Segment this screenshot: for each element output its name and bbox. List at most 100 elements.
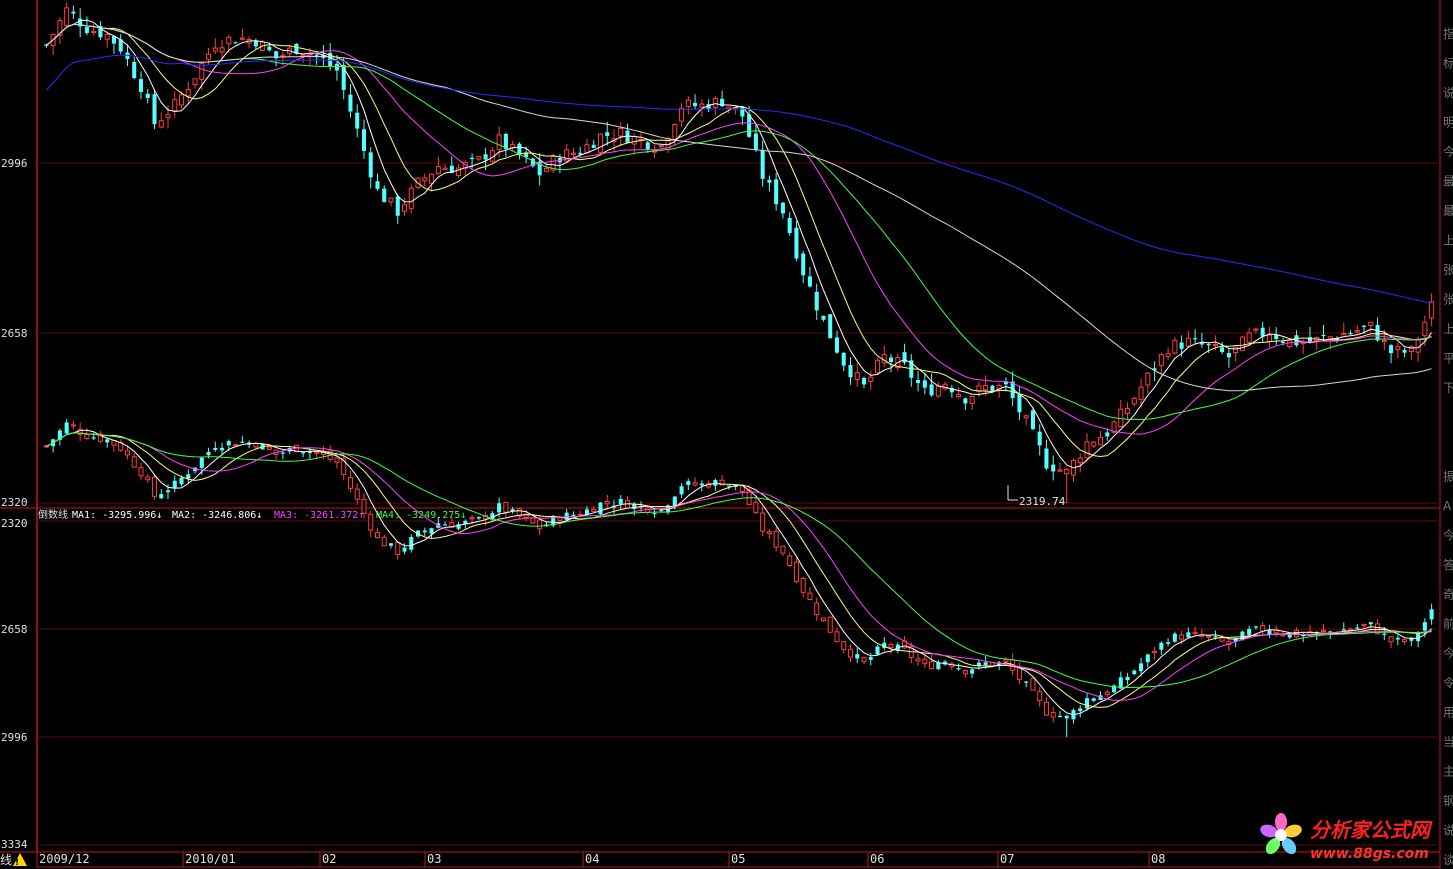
candle[interactable]	[213, 441, 218, 452]
candle[interactable]	[780, 545, 786, 557]
candle[interactable]	[1037, 687, 1043, 707]
candle[interactable]	[929, 654, 935, 670]
candle[interactable]	[1104, 689, 1110, 698]
candle[interactable]	[530, 517, 536, 524]
candle[interactable]	[1246, 327, 1252, 346]
candle[interactable]	[814, 597, 820, 621]
candle[interactable]	[854, 362, 860, 387]
candle[interactable]	[1307, 326, 1313, 344]
candle[interactable]	[1199, 332, 1204, 348]
candle[interactable]	[1239, 335, 1245, 352]
candle[interactable]	[247, 440, 252, 449]
candle[interactable]	[1354, 324, 1360, 334]
candle[interactable]	[138, 462, 144, 481]
candle[interactable]	[1199, 628, 1205, 639]
candle[interactable]	[1226, 347, 1231, 368]
candle[interactable]	[111, 439, 117, 452]
candle[interactable]	[949, 384, 954, 398]
candle[interactable]	[1017, 385, 1022, 421]
candle[interactable]	[767, 175, 772, 192]
candle[interactable]	[368, 147, 373, 189]
candle[interactable]	[692, 477, 698, 487]
candle[interactable]	[212, 38, 218, 54]
candle[interactable]	[712, 96, 718, 116]
candle[interactable]	[773, 527, 779, 552]
candle[interactable]	[909, 354, 914, 387]
candle[interactable]	[71, 5, 76, 19]
candle[interactable]	[301, 452, 306, 458]
candle[interactable]	[192, 78, 198, 89]
candle[interactable]	[1051, 455, 1056, 481]
candle[interactable]	[199, 62, 205, 91]
candle[interactable]	[118, 34, 123, 55]
candle[interactable]	[597, 133, 604, 156]
candle[interactable]	[530, 157, 535, 168]
candle[interactable]	[408, 184, 414, 213]
candle[interactable]	[963, 397, 968, 410]
candle[interactable]	[882, 637, 887, 651]
candle[interactable]	[800, 576, 806, 598]
candle[interactable]	[442, 163, 448, 171]
candle[interactable]	[1165, 347, 1171, 361]
candle[interactable]	[1348, 627, 1354, 631]
candle[interactable]	[1098, 691, 1103, 701]
candle[interactable]	[1050, 706, 1056, 723]
candle[interactable]	[50, 33, 56, 56]
candle[interactable]	[1193, 329, 1198, 344]
candle[interactable]	[1172, 631, 1177, 643]
candle[interactable]	[1395, 635, 1400, 646]
candle[interactable]	[145, 473, 151, 484]
candle[interactable]	[1152, 646, 1158, 660]
candle[interactable]	[693, 94, 698, 109]
candle[interactable]	[516, 507, 522, 519]
candle[interactable]	[1078, 705, 1083, 718]
candle[interactable]	[1077, 453, 1083, 473]
candle[interactable]	[679, 103, 685, 127]
candle[interactable]	[1368, 321, 1374, 333]
candle[interactable]	[388, 543, 394, 549]
candle[interactable]	[382, 185, 387, 203]
candle[interactable]	[841, 640, 847, 654]
candle[interactable]	[381, 535, 387, 547]
candle[interactable]	[348, 83, 353, 118]
candle[interactable]	[422, 173, 428, 187]
candle[interactable]	[1274, 327, 1279, 346]
candle[interactable]	[1084, 433, 1090, 462]
candle[interactable]	[273, 449, 279, 460]
candle[interactable]	[246, 36, 252, 49]
candle[interactable]	[847, 644, 854, 662]
candle[interactable]	[57, 17, 63, 45]
candle[interactable]	[1429, 292, 1435, 327]
candle[interactable]	[821, 315, 826, 322]
candle[interactable]	[970, 668, 975, 678]
candle[interactable]	[652, 509, 657, 518]
candle[interactable]	[584, 139, 590, 154]
candle[interactable]	[172, 475, 177, 493]
candle[interactable]	[240, 435, 245, 444]
candle[interactable]	[1158, 352, 1164, 374]
candle[interactable]	[881, 345, 887, 367]
candle[interactable]	[274, 51, 279, 67]
stock-chart[interactable]: 2996 2658 2320 2319.74 倒数线 MA1: -3295.99…	[0, 0, 1453, 869]
candle[interactable]	[591, 506, 597, 512]
candle[interactable]	[1145, 653, 1150, 668]
candle[interactable]	[1091, 440, 1097, 449]
candle[interactable]	[132, 57, 137, 80]
candle[interactable]	[1070, 458, 1077, 482]
top-panel-candles[interactable]	[44, 2, 1435, 504]
candle[interactable]	[489, 147, 495, 163]
candle[interactable]	[1166, 638, 1171, 647]
candle[interactable]	[875, 644, 880, 656]
candle[interactable]	[679, 483, 684, 498]
candle[interactable]	[1105, 428, 1110, 441]
candle[interactable]	[598, 502, 603, 517]
candle[interactable]	[1024, 680, 1029, 688]
candle[interactable]	[1145, 372, 1151, 394]
candle[interactable]	[1023, 414, 1029, 425]
candle[interactable]	[685, 96, 691, 115]
candle[interactable]	[624, 496, 631, 509]
candle[interactable]	[820, 617, 826, 622]
candle[interactable]	[375, 173, 380, 191]
candle[interactable]	[956, 386, 962, 399]
candle[interactable]	[1125, 402, 1131, 421]
